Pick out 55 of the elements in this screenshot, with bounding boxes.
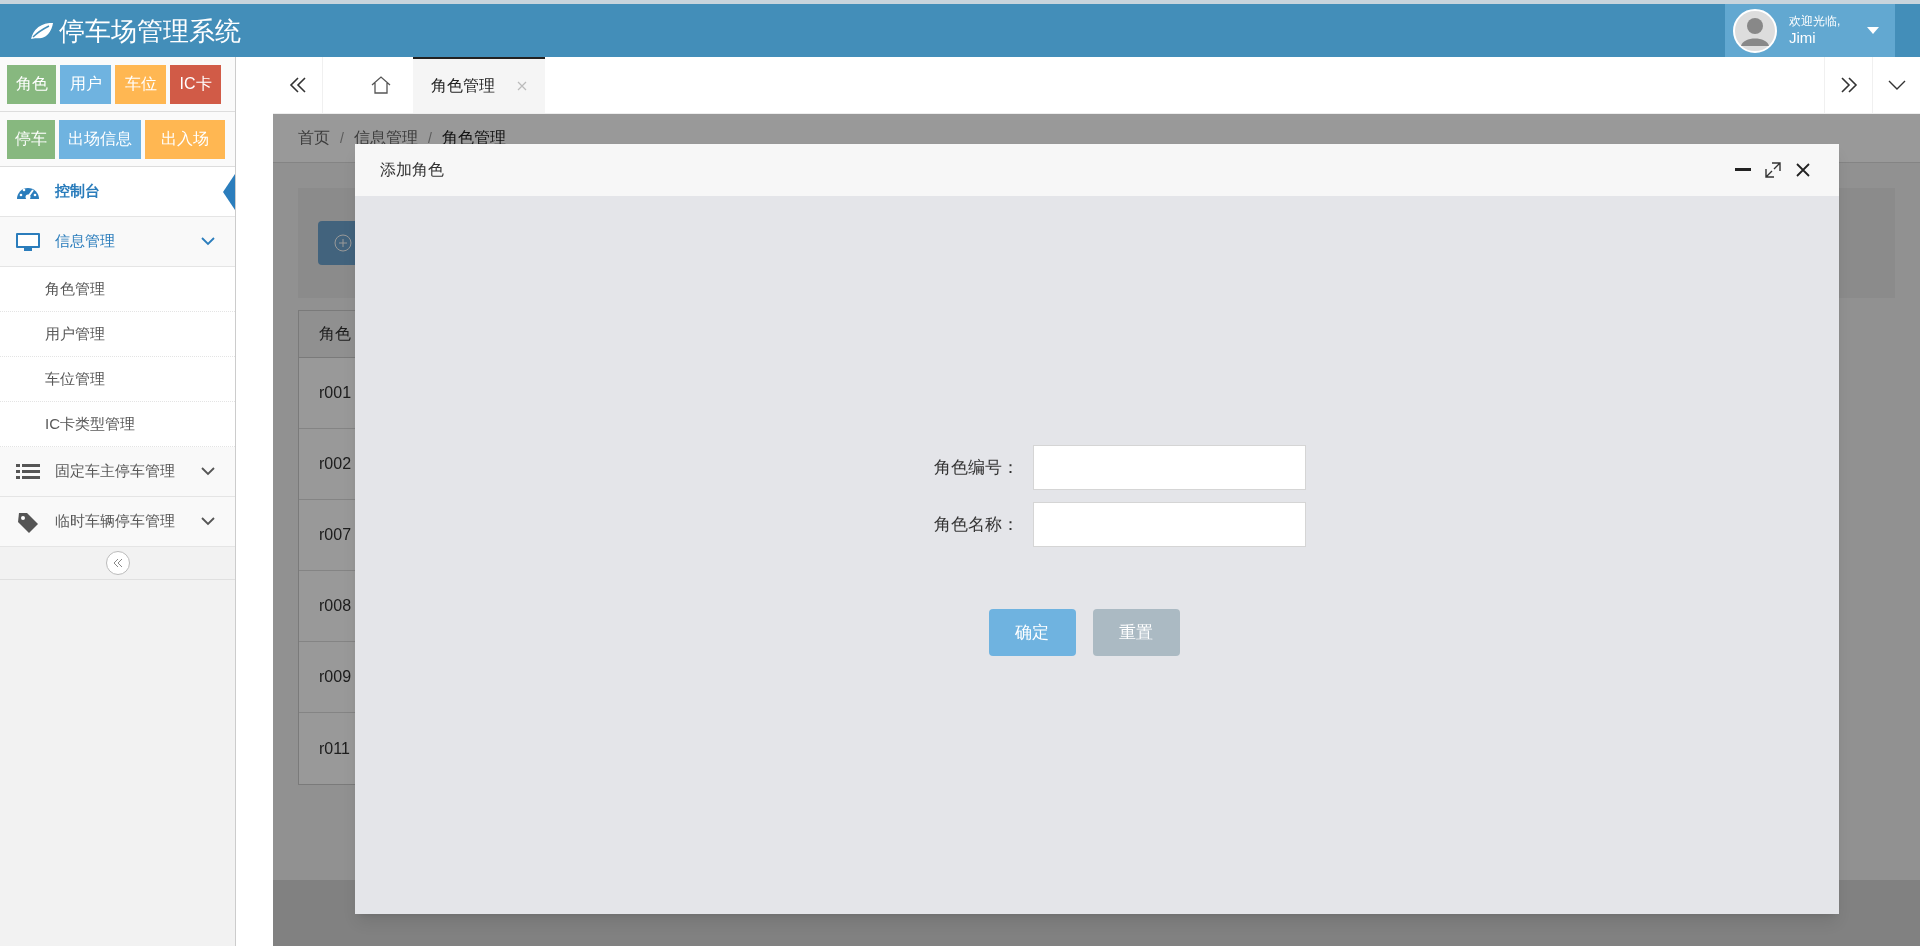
breadcrumb-item[interactable]: 首页 xyxy=(298,126,330,150)
table-cell-text: r009 xyxy=(319,667,352,687)
welcome-text: 欢迎光临, xyxy=(1789,13,1841,29)
collapse-button[interactable] xyxy=(105,551,130,575)
reset-button[interactable]: 重置 xyxy=(1092,609,1180,656)
column-header: 角色 xyxy=(319,324,351,344)
user-name: Jimi xyxy=(1789,28,1817,48)
chevron-down-icon xyxy=(201,517,215,526)
double-chevron-left-icon xyxy=(288,77,307,93)
caret-icon xyxy=(1867,26,1879,35)
submenu-item[interactable]: IC卡类型管理 xyxy=(45,412,135,436)
table-cell-text: r011 xyxy=(319,738,350,759)
submenu-item[interactable]: 用户管理 xyxy=(45,322,105,346)
tag-icon xyxy=(15,510,41,533)
sidebar-item[interactable]: 信息管理 xyxy=(0,217,235,267)
user-menu[interactable]: 欢迎光临, Jimi xyxy=(1725,4,1895,57)
submenu-item[interactable]: 角色管理 xyxy=(45,277,105,301)
sidebar-item[interactable]: 控制台 xyxy=(0,167,235,217)
shortcut-button[interactable]: IC卡 xyxy=(170,64,221,104)
maximize-icon xyxy=(1765,162,1781,178)
table-cell-text: r007 xyxy=(319,525,352,545)
tab[interactable]: 角色管理 xyxy=(413,57,545,113)
input-field[interactable] xyxy=(1032,502,1306,547)
double-chevron-left-icon xyxy=(112,559,123,567)
app-title: 停车场管理系统 xyxy=(59,17,241,44)
maximize-button[interactable] xyxy=(1762,159,1784,181)
submenu-item[interactable]: 车位管理 xyxy=(45,367,105,391)
active-marker-icon xyxy=(223,174,235,210)
field-label: 角色编号： xyxy=(932,456,1019,479)
input-field[interactable] xyxy=(1032,445,1306,490)
home-icon xyxy=(369,75,392,95)
plus-circle-icon xyxy=(334,234,352,252)
monitor-icon xyxy=(15,230,41,253)
table-cell-text: r001 xyxy=(319,383,352,403)
chevron-down-icon xyxy=(1887,80,1906,90)
close-icon xyxy=(517,81,527,91)
shortcut-button[interactable]: 用户 xyxy=(60,64,111,104)
double-chevron-right-icon xyxy=(1839,77,1858,93)
shortcut-button[interactable]: 停车 xyxy=(7,119,55,159)
shortcut-button[interactable]: 出场信息 xyxy=(59,119,141,159)
table-cell-text: r008 xyxy=(319,596,352,616)
confirm-button[interactable]: 确定 xyxy=(988,609,1076,656)
breadcrumb-separator: / xyxy=(340,128,344,148)
close-icon xyxy=(1796,163,1810,177)
chevron-down-icon xyxy=(201,467,215,476)
table-cell-text: r002 xyxy=(319,454,352,474)
minimize-icon xyxy=(1735,168,1751,172)
breadcrumb-separator: / xyxy=(427,128,432,148)
avatar xyxy=(1733,8,1777,53)
sidebar-item[interactable]: 临时车辆停车管理 xyxy=(0,497,235,547)
dialog-title: 添加角色 xyxy=(380,160,444,180)
sidebar-item[interactable]: 固定车主停车管理 xyxy=(0,447,235,497)
chevron-down-icon xyxy=(201,237,215,246)
field-label: 角色名称： xyxy=(932,513,1019,536)
shortcut-button[interactable]: 角色 xyxy=(7,64,56,104)
